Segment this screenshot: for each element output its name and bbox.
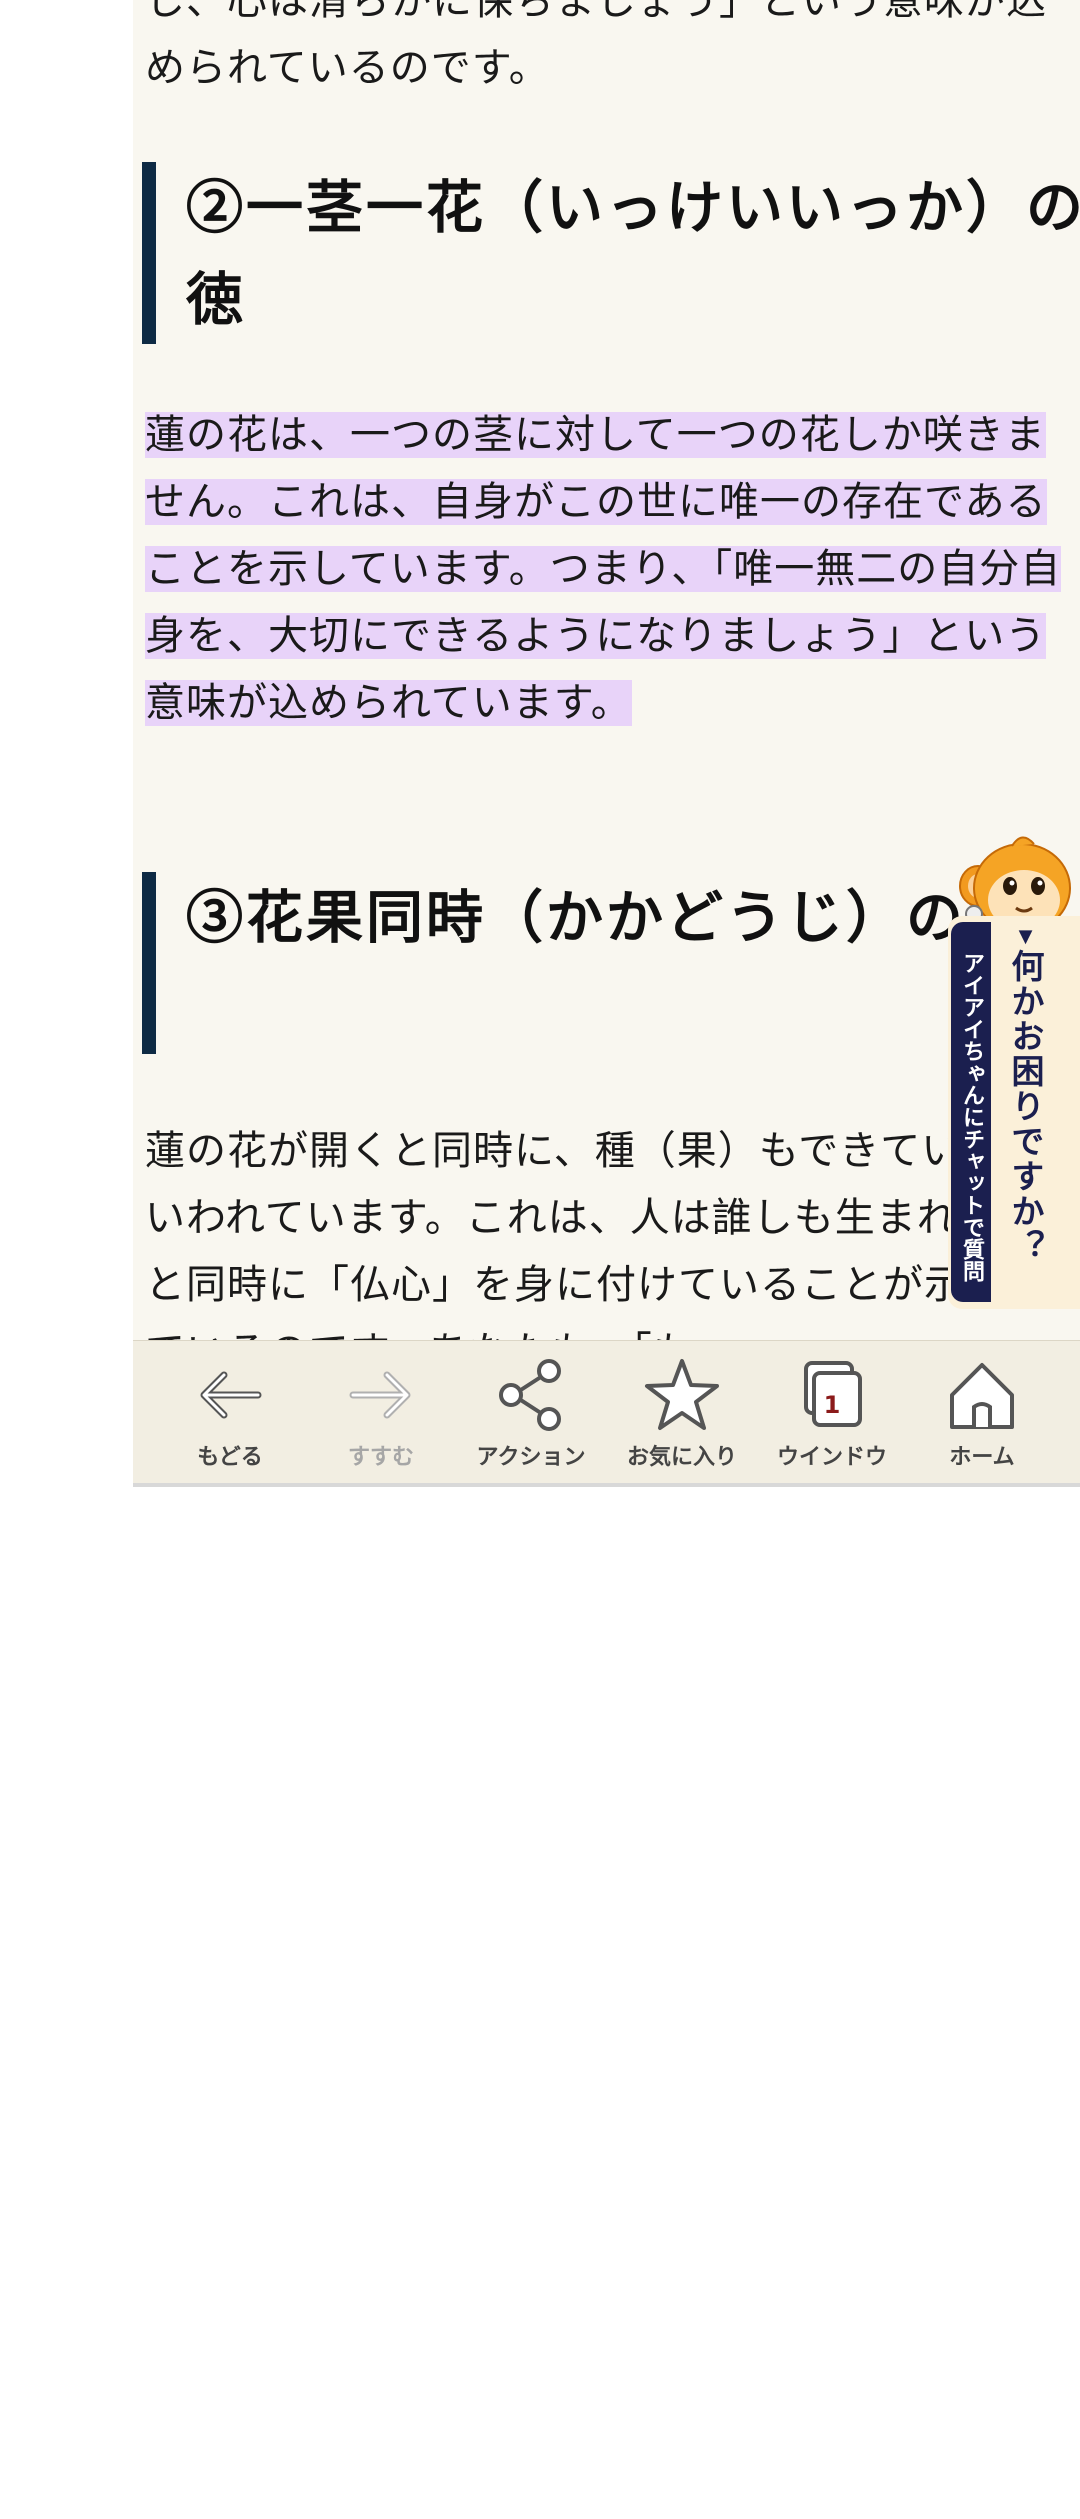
forward-button[interactable]: すすむ: [306, 1355, 456, 1475]
browser-viewport: し、心は清らかに保ちましょう」という意味が込められているのです。 ②一茎一花（い…: [133, 0, 1080, 1487]
star-icon: [645, 1359, 719, 1430]
chat-label[interactable]: アイアイちゃんにチャットで質問: [951, 932, 991, 1302]
article-paragraph: 蓮の花が開くと同時に、種（果）もできているといわれています。これは、人は誰しも生…: [145, 1128, 1046, 1340]
chat-arrow-icon: ▼: [1015, 926, 1036, 949]
chat-helper-widget[interactable]: アイアイちゃんにチャットで質問 ▼何かお困りですか？: [948, 828, 1080, 1309]
home-icon: [950, 1363, 1014, 1429]
article-paragraph: し、心は清らかに保ちましょう」という意味が込められているのです。: [145, 0, 1047, 91]
arrow-left-icon: [200, 1371, 262, 1419]
share-icon: [499, 1359, 561, 1431]
window-button[interactable]: 1 ウインドウ: [757, 1355, 907, 1475]
home-button[interactable]: ホーム: [907, 1355, 1057, 1475]
chat-question-label: 何かお困りですか？: [1006, 949, 1045, 1264]
back-button[interactable]: もどる: [155, 1355, 305, 1475]
highlighted-paragraph: 蓮の花は、一つの茎に対して一つの花しか咲きません。これは、自身がこの世に唯一の存…: [145, 402, 1065, 737]
favorites-label: お気に入り: [626, 1445, 737, 1470]
window-count-badge: 1: [823, 1391, 841, 1419]
back-label: もどる: [197, 1445, 263, 1470]
home-label: ホーム: [949, 1445, 1015, 1470]
text-selection-highlight[interactable]: 蓮の花は、一つの茎に対して一つの花しか咲きません。これは、自身がこの世に唯一の存…: [145, 412, 1062, 726]
arrow-right-icon: [349, 1371, 411, 1419]
section-heading: ②一茎一花（いっけいいっか）の徳: [142, 162, 1080, 344]
chat-question-text[interactable]: ▼何かお困りですか？: [1000, 926, 1050, 1306]
section-heading: ③花果同時（かかどうじ）の徳: [142, 872, 1080, 1054]
article-content: し、心は清らかに保ちましょう」という意味が込められているのです。 ②一茎一花（い…: [133, 0, 1080, 1340]
window-label: ウインドウ: [776, 1445, 887, 1470]
browser-toolbar: もどる すすむ アクション お気に入り 1 ウインドウ ホーム: [133, 1340, 1080, 1484]
action-button[interactable]: アクション: [456, 1355, 606, 1475]
favorites-button[interactable]: お気に入り: [607, 1355, 757, 1475]
forward-label: すすむ: [347, 1445, 414, 1470]
action-label: アクション: [476, 1445, 586, 1470]
toolbar-divider: [133, 1483, 1080, 1487]
chat-tab[interactable]: アイアイちゃんにチャットで質問 ▼何かお困りですか？: [948, 916, 1080, 1309]
